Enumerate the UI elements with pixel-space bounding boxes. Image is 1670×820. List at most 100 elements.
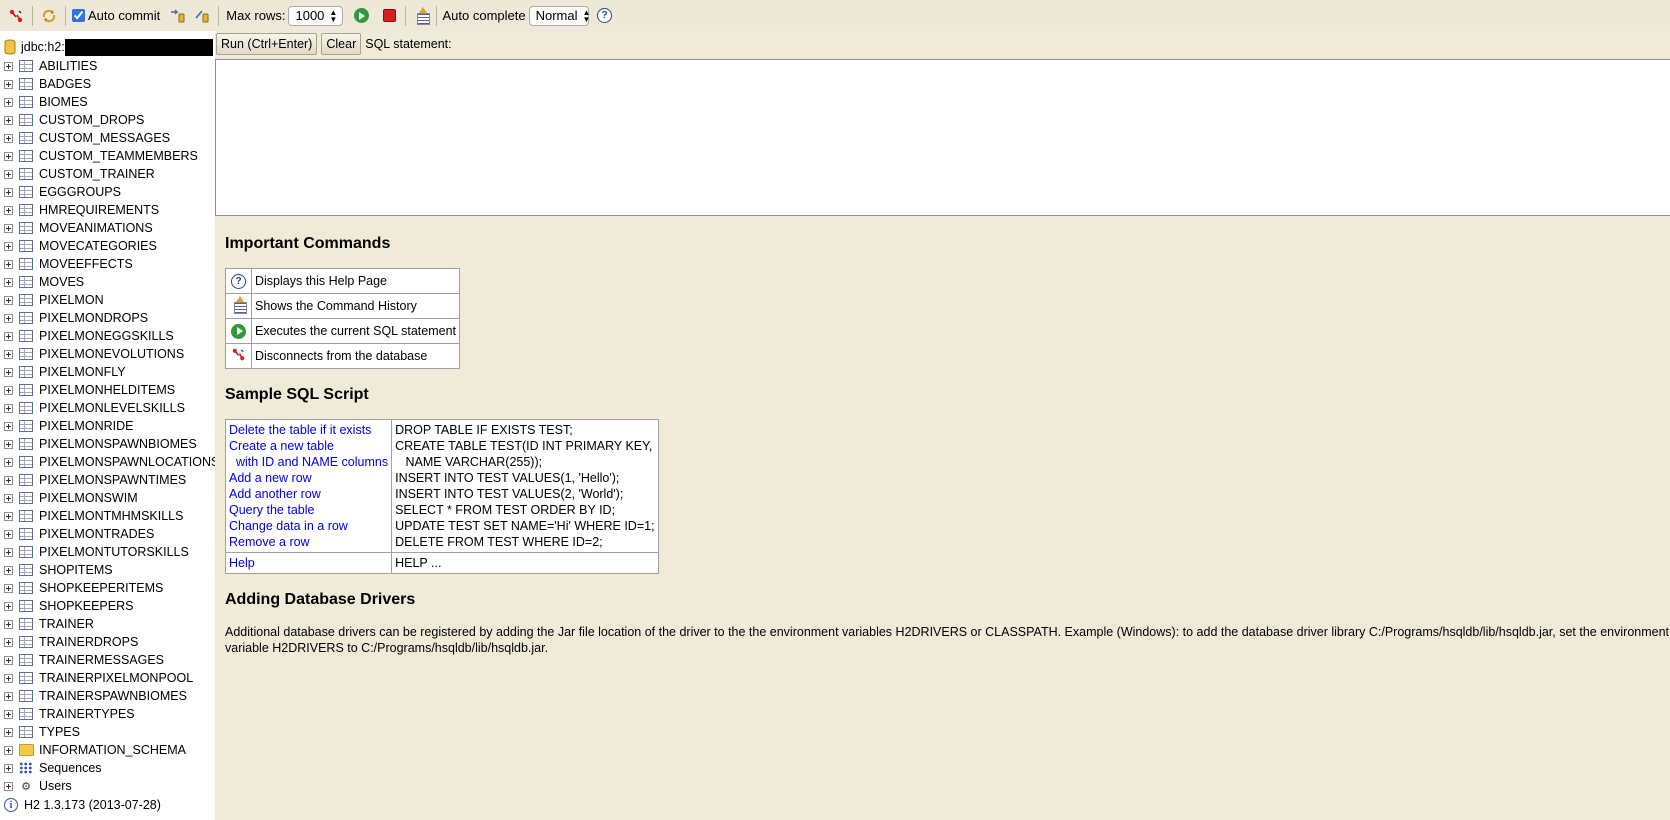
tree-item-information-schema[interactable]: INFORMATION_SCHEMA bbox=[0, 741, 215, 759]
expand-icon[interactable] bbox=[4, 511, 13, 521]
expand-icon[interactable] bbox=[4, 241, 13, 251]
expand-icon[interactable] bbox=[4, 763, 13, 773]
sample-link[interactable]: Change data in a row bbox=[229, 518, 388, 534]
expand-icon[interactable] bbox=[4, 457, 13, 467]
expand-icon[interactable] bbox=[4, 493, 13, 503]
expand-icon[interactable] bbox=[4, 439, 13, 449]
sample-link[interactable]: Add a new row bbox=[229, 470, 388, 486]
expand-icon[interactable] bbox=[4, 259, 13, 269]
expand-icon[interactable] bbox=[4, 601, 13, 611]
history-icon[interactable] bbox=[412, 6, 432, 26]
tree-item-table[interactable]: PIXELMONEVOLUTIONS bbox=[0, 345, 215, 363]
expand-icon[interactable] bbox=[4, 97, 13, 107]
tree-item-table[interactable]: SHOPITEMS bbox=[0, 561, 215, 579]
expand-icon[interactable] bbox=[4, 349, 13, 359]
expand-icon[interactable] bbox=[4, 565, 13, 575]
sql-editor[interactable] bbox=[215, 59, 1670, 216]
expand-icon[interactable] bbox=[4, 781, 13, 791]
expand-icon[interactable] bbox=[4, 115, 13, 125]
tree-item-table[interactable]: PIXELMON bbox=[0, 291, 215, 309]
tree-item-table[interactable]: PIXELMONSPAWNBIOMES bbox=[0, 435, 215, 453]
help-icon[interactable]: ? bbox=[595, 6, 615, 26]
run-icon[interactable] bbox=[351, 6, 371, 26]
expand-icon[interactable] bbox=[4, 79, 13, 89]
sample-link[interactable]: Query the table bbox=[229, 502, 388, 518]
clear-button[interactable]: Clear bbox=[321, 33, 362, 55]
tree-item-table[interactable]: BADGES bbox=[0, 75, 215, 93]
expand-icon[interactable] bbox=[4, 205, 13, 215]
expand-icon[interactable] bbox=[4, 637, 13, 647]
expand-icon[interactable] bbox=[4, 331, 13, 341]
tree-item-table[interactable]: PIXELMONSWIM bbox=[0, 489, 215, 507]
expand-icon[interactable] bbox=[4, 583, 13, 593]
expand-icon[interactable] bbox=[4, 277, 13, 287]
tree-item-table[interactable]: TRAINERMESSAGES bbox=[0, 651, 215, 669]
tree-item-table[interactable]: PIXELMONTUTORSKILLS bbox=[0, 543, 215, 561]
tree-item-table[interactable]: CUSTOM_MESSAGES bbox=[0, 129, 215, 147]
tree-item-table[interactable]: TRAINERSPAWNBIOMES bbox=[0, 687, 215, 705]
tree-item-table[interactable]: PIXELMONLEVELSKILLS bbox=[0, 399, 215, 417]
tree-item-table[interactable]: PIXELMONFLY bbox=[0, 363, 215, 381]
tree-item-table[interactable]: MOVES bbox=[0, 273, 215, 291]
expand-icon[interactable] bbox=[4, 151, 13, 161]
sample-link[interactable]: Remove a row bbox=[229, 534, 388, 550]
expand-icon[interactable] bbox=[4, 673, 13, 683]
connection-row[interactable]: jdbc:h2: bbox=[0, 37, 215, 57]
expand-icon[interactable] bbox=[4, 385, 13, 395]
tree-item-table[interactable]: PIXELMONSPAWNLOCATIONS bbox=[0, 453, 215, 471]
tree-item-table[interactable]: SHOPKEEPERITEMS bbox=[0, 579, 215, 597]
auto-commit-input[interactable] bbox=[72, 9, 85, 22]
refresh-icon[interactable] bbox=[39, 6, 59, 26]
tree-item-table[interactable]: PIXELMONDROPS bbox=[0, 309, 215, 327]
tree-item-table[interactable]: MOVECATEGORIES bbox=[0, 237, 215, 255]
tree-item-table[interactable]: PIXELMONTRADES bbox=[0, 525, 215, 543]
tree-item-table[interactable]: ABILITIES bbox=[0, 57, 215, 75]
stop-icon[interactable] bbox=[379, 6, 399, 26]
expand-icon[interactable] bbox=[4, 133, 13, 143]
tree-item-table[interactable]: TRAINER bbox=[0, 615, 215, 633]
tree-item-users[interactable]: ⚙ Users bbox=[0, 777, 215, 795]
expand-icon[interactable] bbox=[4, 529, 13, 539]
tree-item-table[interactable]: EGGGROUPS bbox=[0, 183, 215, 201]
expand-icon[interactable] bbox=[4, 709, 13, 719]
sample-link[interactable]: Create a new table bbox=[229, 438, 388, 454]
expand-icon[interactable] bbox=[4, 691, 13, 701]
expand-icon[interactable] bbox=[4, 169, 13, 179]
auto-commit-checkbox[interactable]: Auto commit bbox=[72, 8, 160, 23]
tree-item-table[interactable]: TRAINERPIXELMONPOOL bbox=[0, 669, 215, 687]
tree-item-table[interactable]: MOVEEFFECTS bbox=[0, 255, 215, 273]
help-link[interactable]: Help bbox=[229, 555, 388, 571]
tree-item-table[interactable]: TYPES bbox=[0, 723, 215, 741]
sample-link[interactable]: Add another row bbox=[229, 486, 388, 502]
tree-item-table[interactable]: BIOMES bbox=[0, 93, 215, 111]
expand-icon[interactable] bbox=[4, 727, 13, 737]
expand-icon[interactable] bbox=[4, 187, 13, 197]
expand-icon[interactable] bbox=[4, 421, 13, 431]
tree-item-table[interactable]: TRAINERTYPES bbox=[0, 705, 215, 723]
auto-complete-select[interactable]: Normal ▲ ▼ bbox=[528, 5, 590, 26]
sample-link[interactable]: with ID and NAME columns bbox=[229, 454, 388, 470]
tree-item-table[interactable]: CUSTOM_DROPS bbox=[0, 111, 215, 129]
expand-icon[interactable] bbox=[4, 619, 13, 629]
tree-item-table[interactable]: PIXELMONSPAWNTIMES bbox=[0, 471, 215, 489]
tree-item-table[interactable]: CUSTOM_TRAINER bbox=[0, 165, 215, 183]
expand-icon[interactable] bbox=[4, 655, 13, 665]
expand-icon[interactable] bbox=[4, 475, 13, 485]
tree-item-table[interactable]: SHOPKEEPERS bbox=[0, 597, 215, 615]
expand-icon[interactable] bbox=[4, 547, 13, 557]
tree-item-table[interactable]: PIXELMONEGGSKILLS bbox=[0, 327, 215, 345]
tree-item-table[interactable]: PIXELMONHELDITEMS bbox=[0, 381, 215, 399]
tree-item-table[interactable]: PIXELMONTMHMSKILLS bbox=[0, 507, 215, 525]
expand-icon[interactable] bbox=[4, 223, 13, 233]
expand-icon[interactable] bbox=[4, 745, 13, 755]
run-button[interactable]: Run (Ctrl+Enter) bbox=[216, 33, 318, 55]
rollback-icon[interactable] bbox=[192, 6, 212, 26]
tree-item-table[interactable]: TRAINERDROPS bbox=[0, 633, 215, 651]
commit-icon[interactable] bbox=[168, 6, 188, 26]
tree-item-table[interactable]: MOVEANIMATIONS bbox=[0, 219, 215, 237]
tree-item-sequences[interactable]: Sequences bbox=[0, 759, 215, 777]
max-rows-select[interactable]: 1000 ▲ ▼ bbox=[288, 5, 344, 26]
disconnect-icon[interactable] bbox=[6, 6, 26, 26]
tree-item-table[interactable]: HMREQUIREMENTS bbox=[0, 201, 215, 219]
tree-item-table[interactable]: CUSTOM_TEAMMEMBERS bbox=[0, 147, 215, 165]
